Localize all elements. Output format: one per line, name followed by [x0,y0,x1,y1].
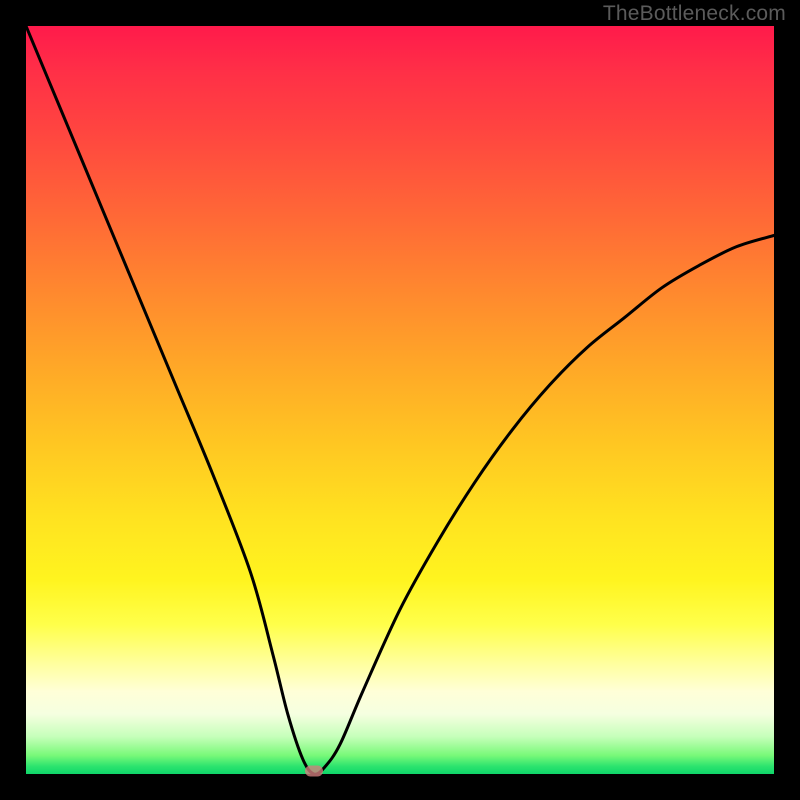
plot-area [26,26,774,774]
chart-frame: TheBottleneck.com [0,0,800,800]
watermark-text: TheBottleneck.com [603,2,786,26]
bottleneck-curve [26,26,774,774]
minimum-marker [305,766,323,777]
